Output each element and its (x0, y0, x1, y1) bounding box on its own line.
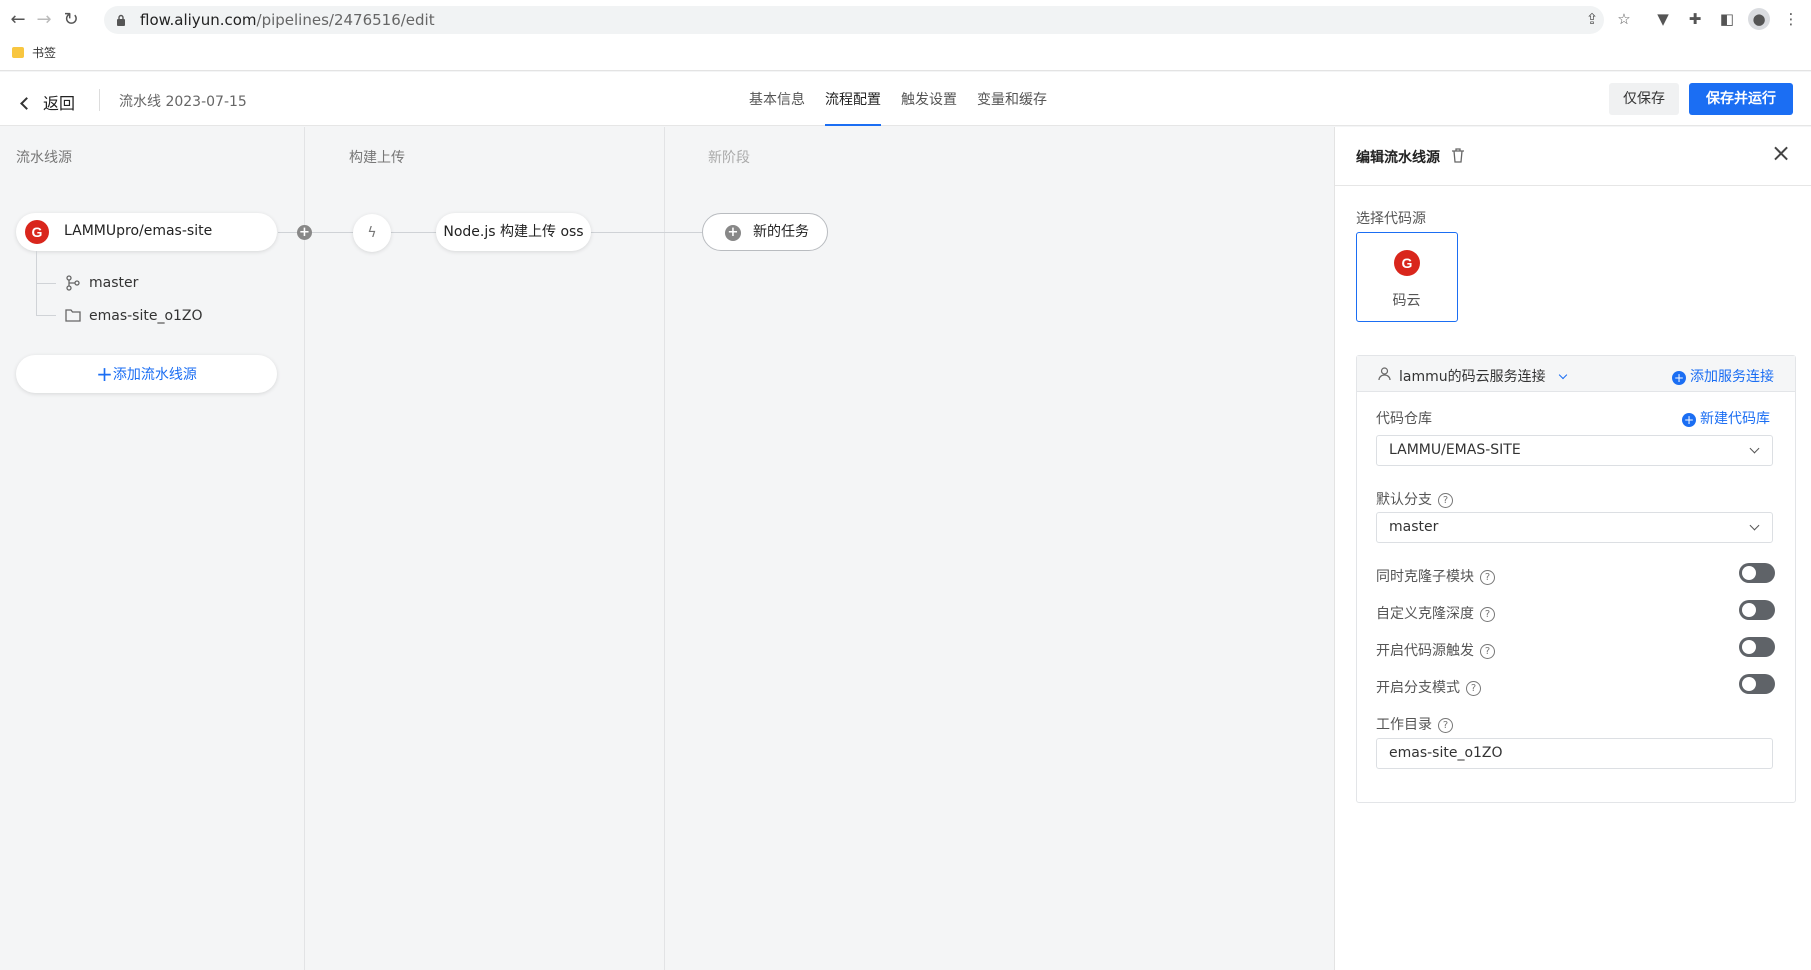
toggle-submodules[interactable] (1739, 563, 1775, 583)
browser-chrome: ← → ↻ flow.aliyun.com/pipelines/2476516/… (0, 0, 1811, 71)
column-title-new-stage[interactable]: 新阶段 (708, 147, 750, 167)
help-icon[interactable]: ? (1466, 681, 1481, 696)
chevron-down-icon (1749, 520, 1760, 531)
url-path: /pipelines/2476516/edit (256, 11, 435, 29)
plus-circle-icon: + (1682, 413, 1696, 427)
pipeline-name: 流水线 2023-07-15 (119, 94, 247, 110)
workdir-label: 工作目录? (1376, 714, 1453, 734)
toggle-knob (1742, 677, 1756, 691)
service-connection-select[interactable]: lammu的码云服务连接 (1399, 366, 1568, 386)
chevron-down-icon (1558, 370, 1568, 380)
column-title-build: 构建上传 (349, 150, 405, 166)
tree-line (36, 283, 56, 284)
panel-title: 编辑流水线源 (1356, 150, 1440, 166)
plus-circle-icon: + (1672, 371, 1686, 385)
toggle-knob (1742, 640, 1756, 654)
folder-icon (65, 309, 81, 322)
back-button[interactable]: 返回 (20, 90, 75, 114)
address-bar[interactable]: flow.aliyun.com/pipelines/2476516/edit (104, 6, 1604, 34)
source-repo-name: LAMMUpro/emas-site (64, 223, 213, 239)
bookmark-folder[interactable]: 书签 (12, 44, 56, 61)
trash-icon[interactable] (1451, 148, 1465, 163)
toggle-label-submodules: 同时克隆子模块? (1376, 566, 1495, 586)
provider-card-gitee[interactable]: G 码云 (1356, 232, 1458, 322)
app-header: 返回 流水线 2023-07-15 基本信息 流程配置 触发设置 变量和缓存 仅… (0, 72, 1811, 126)
save-only-button[interactable]: 仅保存 (1609, 83, 1679, 115)
tab-trigger-settings[interactable]: 触发设置 (901, 89, 957, 126)
forward-arrow-icon[interactable]: → (32, 8, 56, 32)
user-icon (1378, 367, 1391, 381)
help-icon[interactable]: ? (1438, 493, 1453, 508)
toggle-label-source-trigger: 开启代码源触发? (1376, 640, 1495, 660)
reload-icon[interactable]: ↻ (59, 8, 83, 32)
gitee-icon: G (25, 220, 49, 244)
toggle-knob (1742, 566, 1756, 580)
header-divider (99, 89, 100, 111)
chevron-left-icon (20, 97, 33, 110)
toggle-branch-mode[interactable] (1739, 674, 1775, 694)
branch-icon (66, 275, 80, 291)
help-icon[interactable]: ? (1480, 570, 1495, 585)
folder-icon (12, 47, 24, 58)
tab-flow-config[interactable]: 流程配置 (825, 89, 881, 126)
column-title-source: 流水线源 (16, 150, 72, 166)
puzzle-icon[interactable]: ✚ (1684, 8, 1706, 30)
add-service-connection-link[interactable]: + 添加服务连接 (1672, 366, 1774, 386)
toggle-source-trigger[interactable] (1739, 637, 1775, 657)
save-and-run-button[interactable]: 保存并运行 (1689, 83, 1793, 115)
code-source-label: 选择代码源 (1356, 211, 1426, 227)
toggle-label-clone-depth: 自定义克隆深度? (1376, 603, 1495, 623)
edit-source-panel: 编辑流水线源 × 选择代码源 G 码云 lammu的码云服务连接 + 添加服务连接… (1334, 127, 1811, 970)
provider-label: 码云 (1392, 293, 1421, 309)
chevron-down-icon (1749, 443, 1760, 454)
tree-line (36, 287, 37, 315)
task-card[interactable]: Node.js 构建上传 oss (436, 213, 591, 251)
toggle-label-branch-mode: 开启分支模式? (1376, 677, 1481, 697)
back-arrow-icon[interactable]: ← (6, 8, 30, 32)
gitee-icon: G (1394, 250, 1420, 276)
repo-label: 代码仓库 (1376, 411, 1432, 427)
plus-circle-icon: + (725, 225, 741, 241)
menu-icon[interactable]: ⋮ (1780, 8, 1802, 30)
column-divider (304, 127, 305, 970)
share-icon[interactable]: ⇪ (1581, 8, 1603, 30)
tab-basic-info[interactable]: 基本信息 (749, 89, 805, 126)
new-task-button[interactable]: + 新的任务 (702, 213, 828, 251)
toggle-clone-depth[interactable] (1739, 600, 1775, 620)
new-repo-link[interactable]: + 新建代码库 (1682, 408, 1770, 428)
column-divider (664, 127, 665, 970)
source-branch: master (89, 275, 139, 291)
lock-icon (117, 14, 125, 26)
add-source-button[interactable]: +添加流水线源 (16, 355, 277, 393)
tree-line (36, 315, 56, 316)
close-icon[interactable]: × (1771, 139, 1791, 167)
add-stage-icon[interactable]: + (297, 225, 312, 240)
toggle-knob (1742, 603, 1756, 617)
profile-icon[interactable]: ● (1748, 8, 1770, 30)
repo-select[interactable]: LAMMU/EMAS-SITE (1376, 435, 1773, 466)
help-icon[interactable]: ? (1480, 607, 1495, 622)
star-icon[interactable]: ☆ (1613, 8, 1635, 30)
panel-divider (1335, 185, 1811, 186)
plus-icon: + (96, 362, 113, 386)
help-icon[interactable]: ? (1438, 718, 1453, 733)
tab-variables-cache[interactable]: 变量和缓存 (977, 89, 1047, 126)
extension-v-icon[interactable]: ▼ (1652, 8, 1674, 30)
help-icon[interactable]: ? (1480, 644, 1495, 659)
branch-label: 默认分支? (1376, 489, 1453, 509)
sidepanel-icon[interactable]: ◧ (1716, 8, 1738, 30)
source-card[interactable]: G LAMMUpro/emas-site (16, 213, 277, 251)
source-directory: emas-site_o1ZO (89, 308, 203, 324)
pipeline-canvas: 流水线源 构建上传 新阶段 G LAMMUpro/emas-site maste… (0, 127, 1334, 970)
url-host: flow.aliyun.com (140, 11, 257, 29)
branch-select[interactable]: master (1376, 512, 1773, 543)
lightning-icon[interactable]: ϟ (353, 214, 391, 252)
workdir-input[interactable]: emas-site_o1ZO (1376, 738, 1773, 769)
